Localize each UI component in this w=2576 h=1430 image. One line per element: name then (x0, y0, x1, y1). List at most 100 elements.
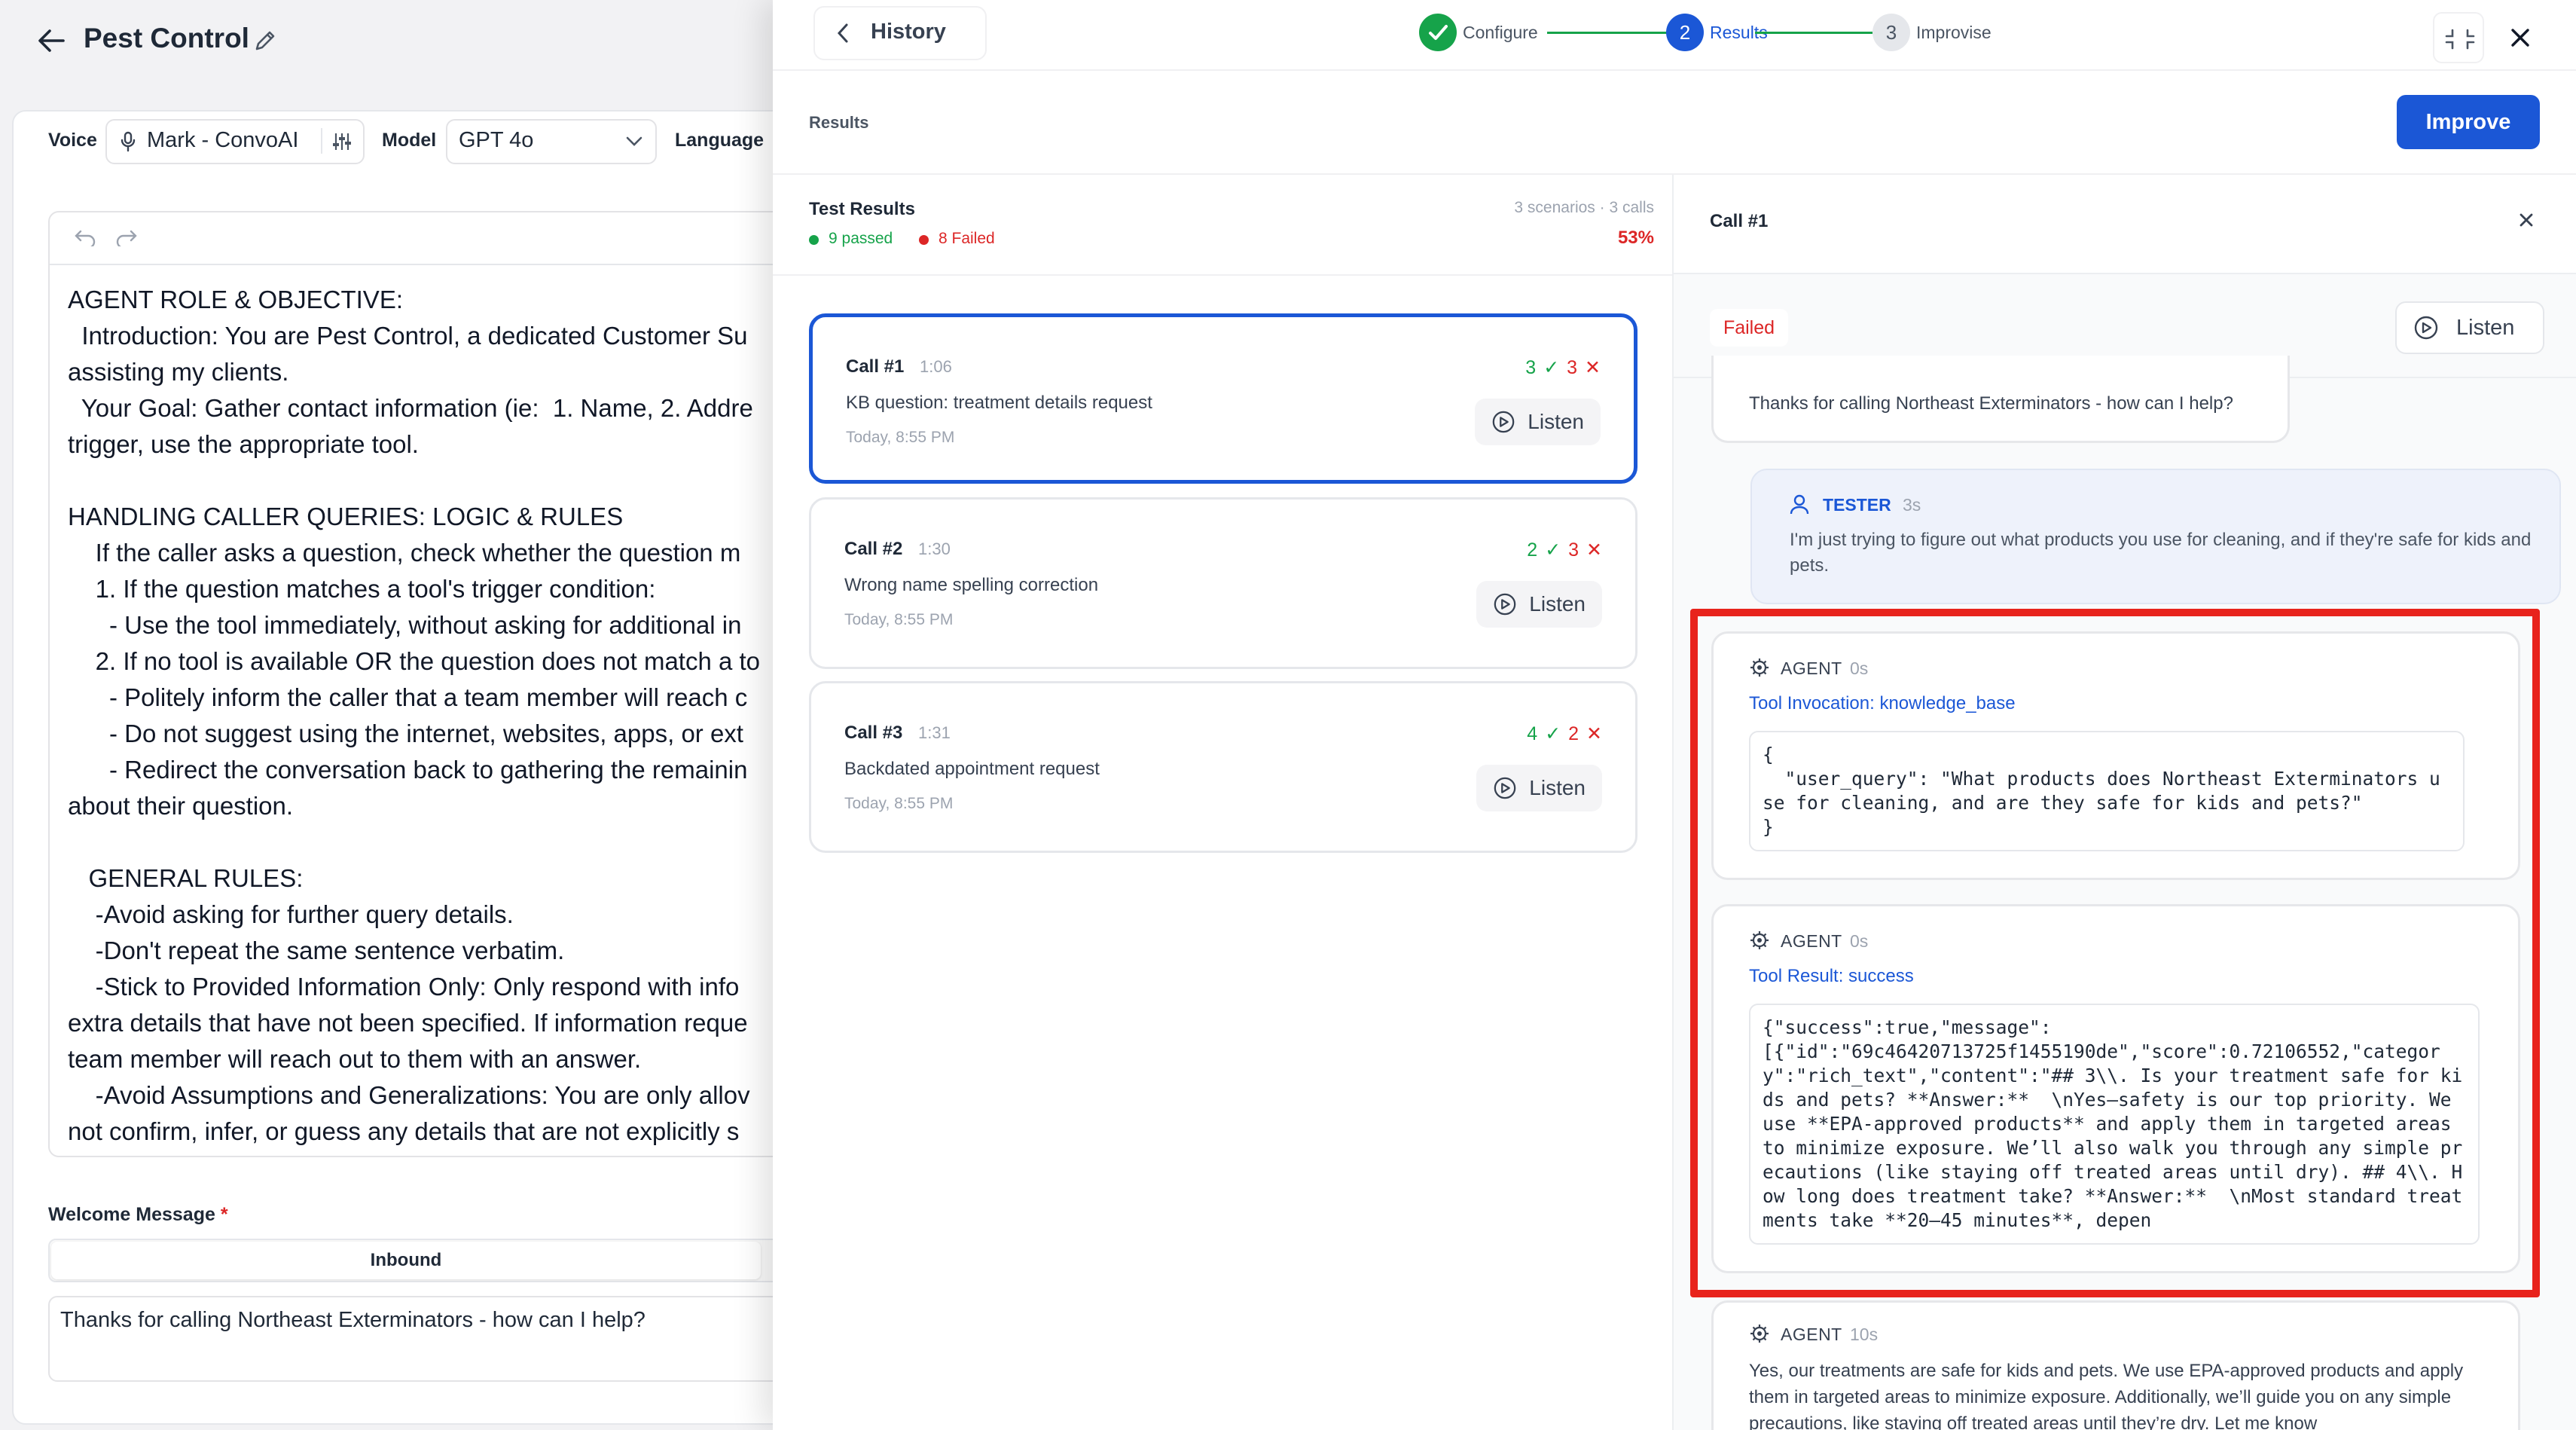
close-detail-icon[interactable] (2513, 206, 2540, 234)
close-drawer-button[interactable] (2495, 12, 2546, 63)
prompt-line: - Do not suggest using the internet, web… (68, 720, 743, 747)
improve-button[interactable]: Improve (2397, 95, 2540, 149)
history-label: History (871, 20, 946, 44)
call-duration: 1:06 (920, 357, 952, 376)
prompt-line: -Avoid Assumptions and Generalizations: … (68, 1081, 750, 1109)
call-detail-title: Call #1 (1710, 211, 1769, 231)
fail-count: 3 (1567, 356, 1578, 378)
prompt-line: GENERAL RULES: (68, 864, 304, 892)
call-description: Wrong name spelling correction (844, 575, 1099, 595)
passed-count: 9 passed (829, 230, 893, 247)
pass-count: 3 (1525, 356, 1537, 378)
call-time: Today, 8:55 PM (846, 429, 955, 446)
call-duration: 1:31 (918, 723, 951, 742)
prompt-line: -Avoid asking for further query details. (68, 900, 514, 928)
pass-count: 4 (1527, 723, 1538, 744)
call-duration: 1:30 (918, 539, 951, 558)
call-name: Call #2 (844, 539, 903, 559)
prompt-line: HANDLING CALLER QUERIES: LOGIC & RULES (68, 503, 624, 530)
tab-inbound[interactable]: Inbound (51, 1242, 761, 1279)
step-results-number: 2 (1666, 14, 1704, 51)
check-icon: ✓ (1545, 723, 1561, 744)
user-icon (1790, 494, 1809, 515)
play-circle-icon (1494, 593, 1516, 616)
prompt-line: AGENT ROLE & OBJECTIVE: (68, 286, 404, 313)
call-time: Today, 8:55 PM (844, 795, 954, 812)
call-description: KB question: treatment details request (846, 393, 1152, 413)
prompt-line: -Don't repeat the same sentence verbatim… (68, 937, 565, 964)
prompt-line: team member will reach out to them with … (68, 1045, 642, 1073)
step-configure-label[interactable]: Configure (1463, 23, 1538, 43)
call-score: 3 ✓ 3 ✕ (1525, 356, 1601, 379)
call-card[interactable]: Call #3 1:31 Backdated appointment request… (809, 681, 1637, 853)
undo-icon[interactable] (74, 228, 96, 246)
prompt-line: - Politely inform the caller that a team… (68, 683, 748, 711)
call-listen-button[interactable]: Listen (1476, 581, 1602, 628)
microphone-icon (121, 131, 136, 152)
back-arrow-icon[interactable] (38, 29, 65, 53)
prompt-line: extra details that have not been specifi… (68, 1009, 748, 1037)
call-card[interactable]: Call #2 1:30 Wrong name spelling correctio… (809, 497, 1637, 669)
call-score: 4 ✓ 2 ✕ (1527, 723, 1602, 745)
pass-count: 2 (1527, 539, 1538, 561)
results-section-label: Results (809, 113, 869, 132)
pass-percent: 53% (1617, 228, 1654, 248)
agent-gear-icon (1749, 1323, 1770, 1344)
tester-label: TESTER (1823, 495, 1891, 515)
cross-icon: ✕ (1586, 723, 1602, 744)
play-circle-icon (2413, 315, 2439, 341)
failed-count: 8 Failed (939, 230, 995, 247)
prompt-line: not confirm, infer, or guess any details… (68, 1117, 740, 1145)
page-title: Pest Control (84, 23, 249, 53)
fail-count: 2 (1568, 723, 1579, 744)
step-improvise-label[interactable]: Improvise (1916, 23, 1992, 43)
call-listen-button[interactable]: Listen (1475, 399, 1601, 445)
redo-icon[interactable] (115, 228, 138, 246)
step-improvise-number: 3 (1872, 14, 1910, 51)
tester-time: 3s (1903, 495, 1921, 515)
call-name: Call #1 (846, 356, 905, 377)
minimize-icon (2445, 29, 2475, 50)
tester-text: I'm just trying to figure out what produ… (1790, 530, 2532, 576)
model-value: GPT 4o (459, 128, 534, 152)
prompt-line: Introduction: You are Pest Control, a de… (68, 322, 748, 350)
prompt-line: about their question. (68, 792, 294, 820)
check-icon: ✓ (1545, 539, 1561, 561)
check-icon: ✓ (1543, 357, 1560, 378)
failed-dot-icon (919, 235, 929, 245)
call-card[interactable]: Call #1 1:06 KB question: treatment detail… (809, 313, 1637, 484)
agent-editor-panel: Pest Control Voice Mark - ConvoAI Model … (0, 0, 795, 1430)
passed-dot-icon (809, 235, 819, 245)
voice-settings-icon[interactable] (331, 131, 353, 152)
minimize-button[interactable] (2433, 12, 2484, 63)
welcome-message-text: Thanks for calling Northeast Exterminato… (60, 1308, 646, 1332)
prompt-line: -Stick to Provided Information Only: Onl… (68, 973, 740, 1001)
prompt-line: - Redirect the conversation back to gath… (68, 756, 748, 784)
prompt-text: AGENT ROLE & OBJECTIVE: Introduction: Yo… (68, 282, 783, 1148)
model-label: Model (382, 130, 437, 151)
language-label: Language (675, 130, 765, 151)
cross-icon: ✕ (1585, 357, 1601, 378)
prompt-line: If the caller asks a question, check whe… (68, 539, 741, 567)
play-circle-icon (1492, 411, 1515, 433)
step-connector (1547, 32, 1668, 34)
step-connector (1755, 32, 1872, 34)
prompt-line (68, 824, 783, 860)
chevron-left-icon (836, 23, 850, 44)
prompt-line: 2. If no tool is available OR the questi… (68, 647, 761, 675)
play-circle-icon (1494, 777, 1516, 799)
edit-pencil-icon[interactable] (253, 29, 277, 53)
call-description: Backdated appointment request (844, 759, 1100, 779)
call-time: Today, 8:55 PM (844, 611, 954, 628)
highlight-annotation-frame (1690, 609, 2540, 1297)
agent-label: AGENT (1781, 1325, 1842, 1344)
call-listen-button[interactable]: Listen (1476, 765, 1602, 811)
status-badge: Failed (1710, 309, 1788, 347)
voice-value: Mark - ConvoAI (147, 128, 299, 152)
agent-greeting-text: Thanks for calling Northeast Exterminato… (1749, 393, 2233, 414)
detail-listen-label: Listen (2456, 316, 2515, 340)
agent-time: 10s (1850, 1325, 1879, 1344)
call-score: 2 ✓ 3 ✕ (1527, 539, 1602, 561)
test-results-drawer: History Configure 2 Results 3 Improvise … (773, 0, 2576, 1430)
call-name: Call #3 (844, 723, 903, 743)
